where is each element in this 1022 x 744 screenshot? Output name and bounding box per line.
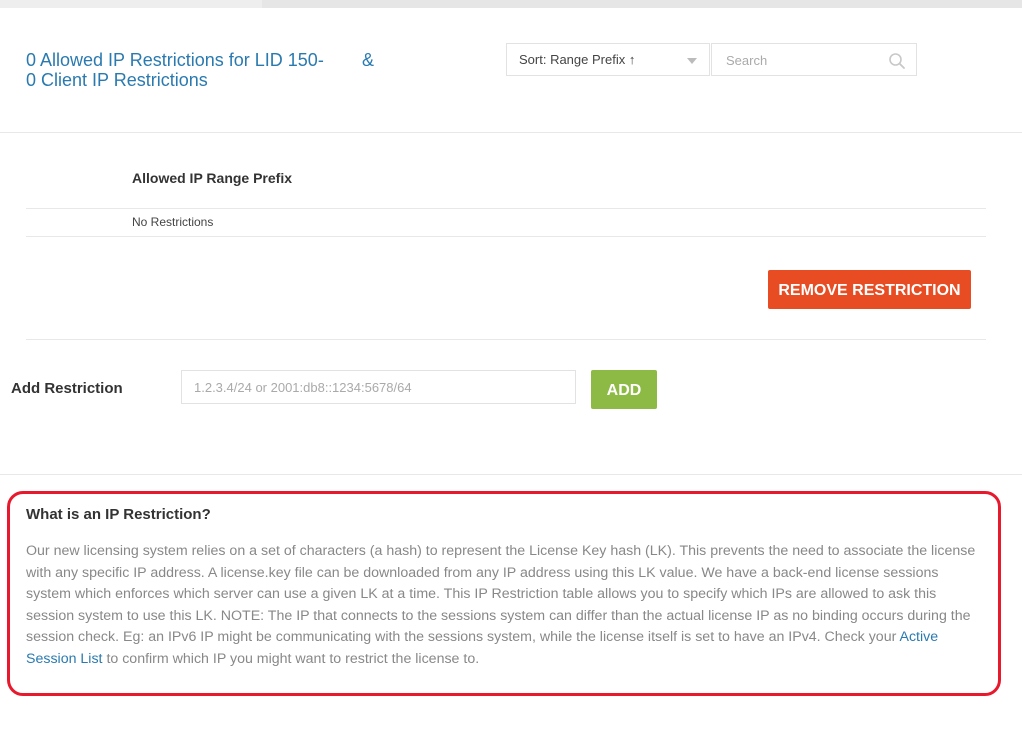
search-input[interactable] [724,44,888,77]
form-divider [0,474,1022,475]
sort-select-label: Sort: Range Prefix ↑ [519,52,636,67]
table-row-divider [26,236,986,237]
header-divider [0,132,1022,133]
page-title-line1: 0 Allowed IP Restrictions for LID 150- [26,50,324,70]
search-box[interactable] [711,43,917,77]
column-header-range-prefix: Allowed IP Range Prefix [132,170,293,186]
search-icon[interactable] [888,52,906,70]
add-restriction-input[interactable] [181,370,576,404]
info-body-text: Our new licensing system relies on a set… [26,543,976,646]
table-empty-row: No Restrictions [132,215,214,229]
chevron-down-icon [687,58,697,64]
remove-restriction-button[interactable]: REMOVE RESTRICTION [768,270,971,309]
table-header-divider [26,208,986,209]
info-body: Our new licensing system relies on a set… [26,541,981,671]
add-button[interactable]: ADD [591,370,657,409]
sort-select[interactable]: Sort: Range Prefix ↑ [506,43,710,76]
page-title-amp: & [362,50,375,70]
top-bar-segment [262,0,1022,8]
info-body-text-end: to confirm which IP you might want to re… [102,650,480,667]
actions-divider [26,339,986,340]
page-title-line2: 0 Client IP Restrictions [26,70,208,90]
page-title: 0 Allowed IP Restrictions for LID 150- &… [26,50,374,90]
top-bar [0,0,1022,8]
add-restriction-label: Add Restriction [11,380,123,397]
info-title: What is an IP Restriction? [26,506,211,523]
